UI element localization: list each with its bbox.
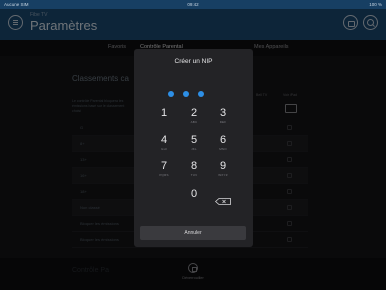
pin-dot-filled [183,91,189,97]
cancel-button[interactable]: Annuler [140,226,246,240]
key-7[interactable]: 7 PQRS [154,160,174,182]
pin-indicator [168,91,219,97]
key-letters: ABC [190,120,198,124]
key-digit: 6 [219,134,227,146]
key-letters: PQRS [159,173,169,177]
dialog-title: Créer un NIP [174,58,213,65]
key-8[interactable]: 8 TUV [184,160,204,182]
key-letters: GHI [161,147,167,151]
key-letters: DEF [219,120,227,124]
clock: 09:42 [187,2,199,7]
key-letters: JKL [191,147,197,151]
key-digit: 2 [190,107,198,119]
status-bar: Aucune SIM 09:42 100 % [0,0,386,9]
key-1[interactable]: 1 [154,107,174,129]
pin-dot-filled [168,91,174,97]
backspace-icon[interactable] [214,192,231,205]
key-letters: MNO [219,147,227,151]
key-digit: 8 [190,160,198,172]
battery-label: 100 % [369,2,382,7]
pin-dialog: Créer un NIP 1 2 ABC 3 DEF 4 GHI 5 JKL 6 MNO … [134,49,253,247]
key-digit: 3 [219,107,227,119]
key-4[interactable]: 4 GHI [154,134,174,156]
pin-dot-filled [198,91,204,97]
key-digit: 7 [160,160,168,172]
numeric-keypad: 1 2 ABC 3 DEF 4 GHI 5 JKL 6 MNO 7 PQRS 8 TUV 9W… [151,107,237,205]
key-5[interactable]: 5 JKL [184,134,204,156]
key-letters: WXYZ [218,173,228,177]
key-digit: 0 [190,188,198,200]
key-3[interactable]: 3 DEF [213,107,233,129]
key-letters: TUV [190,173,198,177]
key-0[interactable]: 0 [184,188,204,210]
key-digit: 9 [219,160,227,172]
key-digit: 1 [160,107,168,119]
key-9[interactable]: 9 WXYZ [213,160,233,182]
carrier-label: Aucune SIM [4,2,29,7]
key-digit: 4 [160,134,168,146]
key-digit: 5 [190,134,198,146]
key-6[interactable]: 6 MNO [213,134,233,156]
key-2[interactable]: 2 ABC [184,107,204,129]
